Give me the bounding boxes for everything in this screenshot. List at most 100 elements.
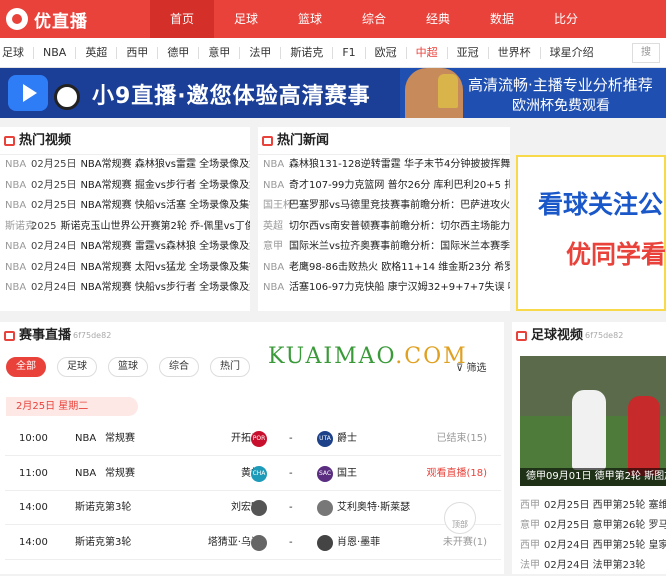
item-title: NBA常规赛 快船vs步行者 全场录像及集锦 — [80, 282, 250, 293]
item-tag: NBA — [263, 282, 285, 293]
item-tag: 西甲 — [520, 540, 540, 551]
hot-video-item[interactable]: NBA 02月25日NBA常规赛 掘金vs步行者 全场录像及集锦 — [0, 176, 250, 197]
subnav-item[interactable]: 意甲 — [198, 46, 239, 59]
item-title: 奇才107-99力克篮网 普尔26分 库利巴利20+5 扎威 — [289, 179, 510, 191]
nav-home[interactable]: 首页 — [150, 0, 214, 38]
match-league: 斯诺克 — [75, 536, 105, 548]
home-team-logo: CHA — [251, 465, 267, 482]
match-status[interactable]: 观看直播(18) — [426, 457, 487, 491]
hot-news-item[interactable]: NBA 森林狼131-128逆转雷霆 华子末节4分钟披披挥舞 — [258, 155, 510, 176]
item-date: 02月24日 — [31, 282, 77, 293]
subnav-item[interactable]: 西甲 — [116, 46, 157, 59]
hot-news-item[interactable]: 国王杯巴塞罗那vs马德里竞技赛事前瞻分析：巴萨进攻火 — [258, 196, 510, 217]
match-away-team[interactable]: 国王 — [337, 457, 357, 491]
nav-general[interactable]: 综合 — [342, 0, 406, 38]
football-video-item[interactable]: 意甲 02月25日 意甲第26轮 罗马vs — [520, 516, 666, 536]
item-tag: NBA — [263, 261, 285, 273]
filter-general[interactable]: 综合 — [159, 357, 199, 377]
subnav-item[interactable]: 欧冠 — [364, 46, 406, 59]
item-title: 国际米兰vs拉齐奥赛事前瞻分析：国际米兰本赛季表 — [289, 241, 510, 252]
subnav-item[interactable]: 球星介绍 — [539, 46, 603, 59]
subnav-item[interactable]: F1 — [332, 46, 364, 59]
player-red-image — [628, 396, 660, 476]
side-ad[interactable]: 看球关注公 优同学看 — [516, 155, 666, 311]
match-row[interactable]: 10:00 NBA 常规赛 开拓者 POR - UTA 爵士 已结束(15) — [5, 422, 501, 456]
hot-video-item[interactable]: NBA 02月25日 NBA常规赛 快船vs活塞 全场录像及集锦 — [0, 196, 250, 217]
filter-all[interactable]: 全部 — [6, 357, 46, 377]
hot-news-item[interactable]: NBA 奇才107-99力克篮网 普尔26分 库利巴利20+5 扎威 — [258, 176, 510, 197]
away-team-logo — [317, 500, 333, 516]
subnav-item[interactable]: 世界杯 — [487, 46, 540, 59]
nav-basketball[interactable]: 篮球 — [278, 0, 342, 38]
back-to-top-button[interactable]: 顶部 — [444, 502, 476, 534]
match-row[interactable]: 14:00 斯诺克 第3轮 刘宏宇 - 艾利奥特·斯莱瑟 — [5, 491, 501, 525]
nav-football[interactable]: 足球 — [214, 0, 278, 38]
filter-hot[interactable]: 热门 — [210, 357, 250, 377]
item-title: 02月25日 意甲第26轮 罗马vs — [544, 520, 666, 531]
live-title: 赛事直播 — [19, 328, 72, 343]
live-code: 6f75de82 — [73, 331, 112, 340]
subnav-item[interactable]: 亚冠 — [446, 46, 488, 59]
match-away-team[interactable]: 肖恩·墨菲 — [337, 526, 380, 560]
subnav-item[interactable]: 法甲 — [239, 46, 280, 59]
hot-news-item[interactable]: 意甲 国际米兰vs拉齐奥赛事前瞻分析：国际米兰本赛季表 — [258, 237, 510, 258]
hot-news-list: NBA 森林狼131-128逆转雷霆 华子末节4分钟披披挥舞 NBA 奇才107-99… — [258, 155, 510, 299]
hot-news-item[interactable]: 英超 切尔西vs南安普顿赛事前瞻分析：切尔西主场能力 — [258, 217, 510, 238]
football-video-item[interactable]: 西甲 02月24日 西甲第25轮 皇家社 — [520, 536, 666, 556]
match-vs: - — [289, 536, 293, 548]
filter-button[interactable]: ⊽ 筛选 — [456, 359, 487, 374]
item-tag: NBA — [5, 261, 27, 273]
promo-banner[interactable]: 小9直播·邀您体验高清赛事 高清流畅·主播专业分析推荐 欧洲杯免费观看 — [0, 68, 666, 118]
filter-icon: ⊽ — [456, 363, 467, 374]
item-date: 02月25日 — [31, 179, 77, 191]
hot-video-item[interactable]: 斯诺克2025 斯诺克玉山世界公开赛第2轮 乔-佩里vs丁俊晖 — [0, 217, 250, 238]
banner-right-line1: 高清流畅·主播专业分析推荐 — [468, 76, 653, 94]
top-header: 优直播 首页 足球 篮球 综合 经典 数据 比分 — [0, 0, 666, 38]
match-row[interactable]: 11:00NBA常规赛黄蜂CHA-SAC国王观看直播(18) — [5, 456, 501, 491]
subnav-item-active[interactable]: 中超 — [405, 46, 447, 59]
filter-football[interactable]: 足球 — [57, 357, 97, 377]
watermark-logo: KUAIMAO.COM — [268, 344, 468, 369]
nav-score[interactable]: 比分 — [534, 0, 598, 38]
item-title: NBA常规赛 快船vs活塞 全场录像及集锦 — [80, 200, 250, 211]
item-tag: NBA — [263, 179, 285, 191]
hot-video-item[interactable]: NBA 02月24日NBA常规赛 快船vs步行者 全场录像及集锦 — [0, 278, 250, 299]
item-date: 02月25日 — [31, 159, 77, 170]
match-vs: - — [289, 467, 293, 479]
banner-right-line2: 欧洲杯免费观看 — [512, 98, 610, 114]
match-away-team[interactable]: 爵士 — [337, 422, 357, 456]
football-video-item[interactable]: 西甲 02月25日 西甲第25轮 塞维利亚 — [520, 496, 666, 516]
hot-news-item[interactable]: NBA 老鹰98-86击败热火 欧格11+14 维金斯23分 希罗 — [258, 258, 510, 279]
subnav-item[interactable]: NBA — [33, 46, 75, 59]
play-icon — [8, 75, 48, 111]
trophy-icon — [438, 74, 458, 108]
item-title: 活塞106-97力克快船 康宁汉姆32+9+7+7失误 哈登 — [289, 282, 510, 293]
match-row[interactable]: 14:00 斯诺克 第3轮 塔猜亚·乌诺 - 肖恩·墨菲 未开赛(1) — [5, 525, 501, 560]
search-button[interactable]: 搜 — [632, 43, 660, 63]
football-video-item[interactable]: 法甲 02月24日 法甲第23轮 — [520, 556, 666, 576]
away-team-logo: SAC — [317, 465, 333, 482]
match-vs: - — [289, 433, 293, 444]
filter-basketball[interactable]: 篮球 — [108, 357, 148, 377]
hot-video-item[interactable]: NBA 02月24日NBA常规赛 雷霆vs森林狼 全场录像及集锦 — [0, 237, 250, 258]
nav-classic[interactable]: 经典 — [406, 0, 470, 38]
match-status[interactable]: 已结束(15) — [436, 422, 487, 456]
subnav-item[interactable]: 德甲 — [157, 46, 198, 59]
subnav-item[interactable]: 英超 — [75, 46, 116, 59]
player-white-image — [572, 390, 606, 470]
subnav-item[interactable]: 足球 — [2, 46, 33, 59]
item-tag: NBA — [5, 179, 27, 191]
hot-video-item[interactable]: NBA 02月24日 NBA常规赛 太阳vs猛龙 全场录像及集锦 — [0, 258, 250, 279]
hot-video-item[interactable]: NBA 02月25日NBA常规赛 森林狼vs雷霆 全场录像及集锦 — [0, 155, 250, 176]
hot-news-item[interactable]: NBA 活塞106-97力克快船 康宁汉姆32+9+7+7失误 哈登 — [258, 278, 510, 299]
football-video-title: 足球视频 — [531, 328, 584, 343]
soccer-ball-icon — [54, 84, 80, 110]
date-bar: 2月25日 星期二 — [6, 397, 138, 416]
match-away-team[interactable]: 艾利奥特·斯莱瑟 — [337, 491, 410, 525]
nav-data[interactable]: 数据 — [470, 0, 534, 38]
item-tag: NBA — [5, 241, 27, 252]
subnav-item[interactable]: 斯诺克 — [280, 46, 332, 59]
site-logo[interactable]: 优直播 — [0, 7, 150, 32]
banner-title: 小9直播·邀您体验高清赛事 — [92, 84, 371, 109]
football-video-thumbnail[interactable]: 德甲09月01日 德甲第2轮 斯图加特vs — [520, 356, 666, 486]
